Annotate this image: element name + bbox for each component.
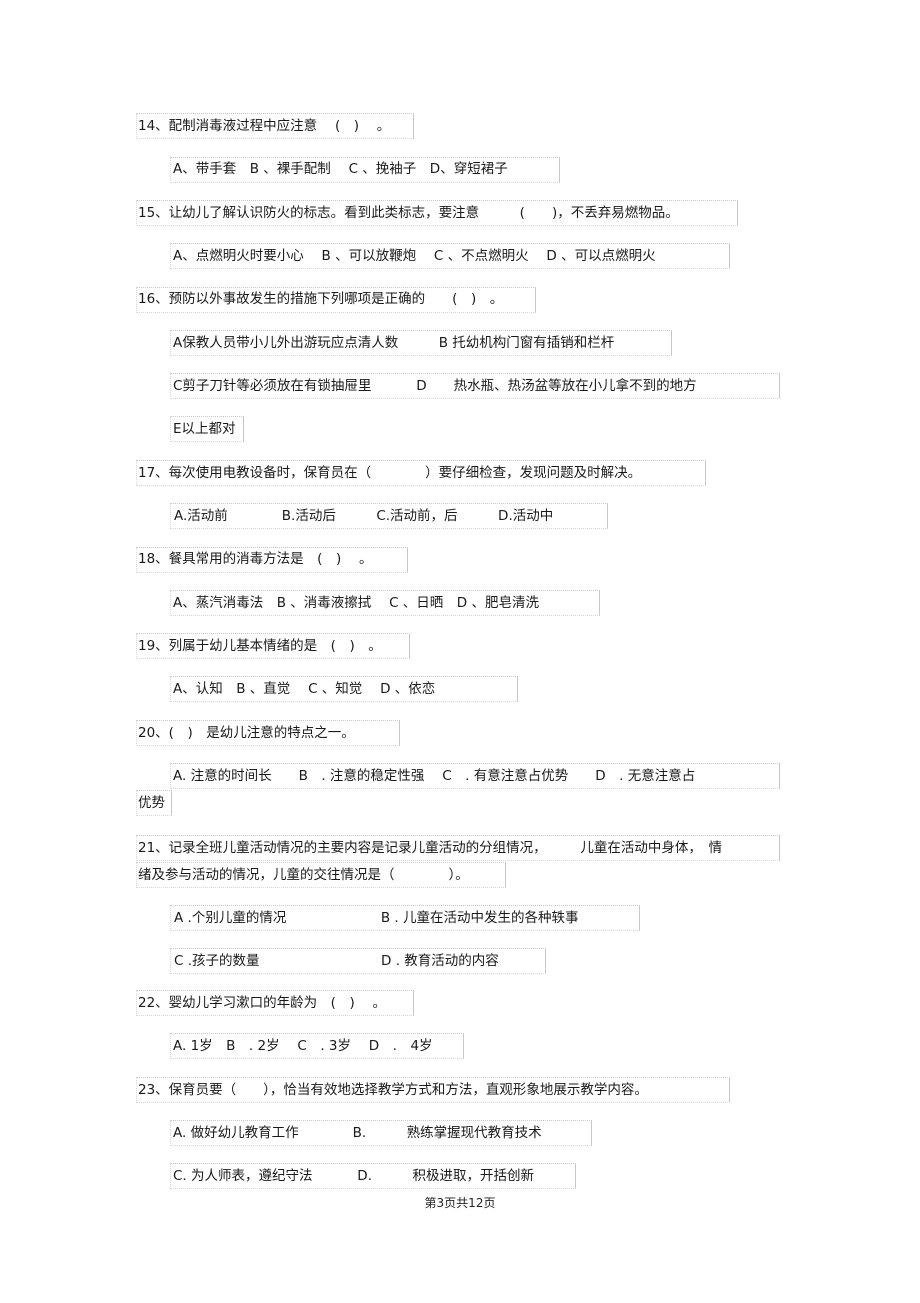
question-20-options-wrap: 优势 (138, 795, 165, 811)
question-15-options: A、点燃明火时要小心 B 、可以放鞭炮 C 、不点燃明火 D 、可以点燃明火 (173, 248, 656, 264)
question-16-option-cd: C剪子刀针等必须放在有锁抽屉里 D 热水瓶、热汤盆等放在小儿拿不到的地方 (173, 378, 697, 394)
question-16-option-ab: A保教人员带小儿外出游玩应点清人数 B 托幼机构门窗有插销和栏杆 (173, 335, 615, 351)
question-23-option-cd: C. 为人师表，遵纪守法 D. 积极进取，开括创新 (173, 1168, 534, 1184)
question-22-stem: 22、婴幼儿学习漱口的年龄为 ( ) 。 (138, 995, 387, 1011)
question-21-option-cd: C .孩子的数量 D . 教育活动的内容 (174, 953, 499, 969)
question-16-stem: 16、预防以外事故发生的措施下列哪项是正确的 ( ) 。 (138, 291, 504, 307)
question-21-option-ab: A .个别儿童的情况 B . 儿童在活动中发生的各种轶事 (174, 910, 579, 926)
page-number-footer: 第3页共12页 (424, 1196, 496, 1210)
question-18-options: A、蒸汽消毒法 B 、消毒液擦拭 C 、日晒 D 、肥皂清洗 (173, 595, 539, 611)
question-21-stem: 21、记录全班儿童活动情况的主要内容是记录儿童活动的分组情况， 儿童在活动中身体… (138, 840, 723, 856)
question-23-stem: 23、保育员要（ ），恰当有效地选择教学方式和方法，直观形象地展示教学内容。 (138, 1082, 648, 1098)
question-15-stem: 15、让幼儿了解认识防火的标志。看到此类标志，要注意 ( )，不丢弃易燃物品。 (138, 205, 679, 221)
question-17-stem: 17、每次使用电教设备时，保育员在（ ）要仔细检查，发现问题及时解决。 (138, 465, 642, 481)
question-23-option-ab: A. 做好幼儿教育工作 B. 熟练掌握现代教育技术 (173, 1125, 542, 1141)
question-14-options: A、带手套 B 、裸手配制 C 、挽袖子 D、穿短裙子 (173, 161, 508, 177)
question-14-stem: 14、配制消毒液过程中应注意 ( ) 。 (138, 118, 391, 134)
question-20-options: A. 注意的时间长 B . 注意的稳定性强 C . 有意注意占优势 D . 无意… (173, 768, 696, 784)
question-19-options: A、认知 B 、直觉 C 、知觉 D 、依恋 (173, 681, 436, 697)
question-22-options: A. 1岁 B . 2岁 C . 3岁 D . 4岁 (173, 1038, 433, 1054)
question-21-stem-continued: 绪及参与活动的情况，儿童的交往情况是（ ）。 (138, 867, 469, 883)
question-18-stem: 18、餐具常用的消毒方法是 ( ) 。 (138, 551, 373, 567)
question-17-options: A.活动前 B.活动后 C.活动前，后 D.活动中 (174, 508, 554, 524)
question-20-stem: 20、( ) 是幼儿注意的特点之一。 (138, 725, 355, 741)
question-16-option-e: E以上都对 (173, 421, 236, 437)
question-19-stem: 19、列属于幼儿基本情绪的是 ( ) 。 (138, 638, 382, 654)
